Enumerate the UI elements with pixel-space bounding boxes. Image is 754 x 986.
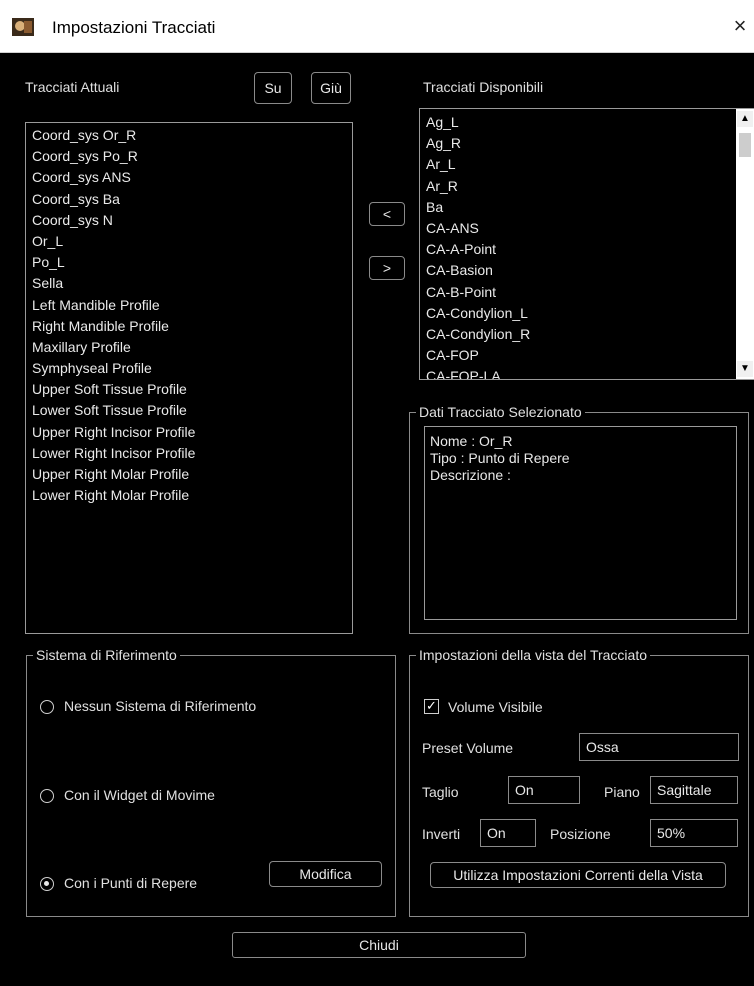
current-trace-item[interactable]: Coord_sys N	[26, 210, 352, 231]
current-trace-item[interactable]: Upper Right Incisor Profile	[26, 422, 352, 443]
current-trace-item[interactable]: Coord_sys Or_R	[26, 125, 352, 146]
current-trace-item[interactable]: Lower Soft Tissue Profile	[26, 400, 352, 421]
available-trace-item[interactable]: Ba	[420, 197, 754, 218]
view-settings-group: Impostazioni della vista del Tracciato ✓…	[409, 647, 749, 917]
position-label: Posizione	[550, 826, 611, 842]
current-traces-list[interactable]: Coord_sys Or_R Coord_sys Po_R Coord_sys AN…	[25, 122, 353, 634]
reference-option-label: Con il Widget di Movime	[64, 787, 215, 803]
reference-system-title: Sistema di Riferimento	[33, 647, 180, 663]
available-traces-list[interactable]: Ag_L Ag_R Ar_L Ar_R Ba CA-ANS CA-A-Point CA-Bas…	[419, 108, 754, 380]
down-button[interactable]: Giù	[311, 72, 351, 104]
title-bar: Impostazioni Tracciati ×	[0, 0, 754, 53]
available-trace-item[interactable]: CA-A-Point	[420, 239, 754, 260]
current-trace-item[interactable]: Lower Right Molar Profile	[26, 485, 352, 506]
plane-field[interactable]: Sagittale	[650, 776, 738, 804]
current-trace-item[interactable]: Lower Right Incisor Profile	[26, 443, 352, 464]
close-icon[interactable]: ×	[728, 14, 752, 38]
available-trace-item[interactable]: CA-Condylion_L	[420, 303, 754, 324]
invert-label: Inverti	[422, 826, 461, 842]
reference-system-group: Sistema di Riferimento Nessun Sistema di…	[26, 647, 396, 917]
current-trace-item[interactable]: Po_L	[26, 252, 352, 273]
available-trace-item[interactable]: CA-Condylion_R	[420, 324, 754, 345]
current-trace-item[interactable]: Coord_sys Ba	[26, 189, 352, 210]
up-button[interactable]: Su	[254, 72, 292, 104]
reference-option-label: Nessun Sistema di Riferimento	[64, 698, 257, 714]
use-current-view-button[interactable]: Utilizza Impostazioni Correnti della Vis…	[430, 862, 726, 888]
trace-type-text: Tipo : Punto di Repere	[430, 450, 570, 466]
current-traces-label: Tracciati Attuali	[25, 79, 120, 95]
plane-label: Piano	[604, 784, 640, 800]
available-trace-item[interactable]: Ar_R	[420, 176, 754, 197]
position-field[interactable]: 50%	[650, 819, 738, 847]
reference-option-label: Con i Punti di Repere	[64, 875, 198, 891]
cut-label: Taglio	[422, 784, 459, 800]
available-scrollbar[interactable]: ▲ ▼	[736, 109, 754, 379]
available-trace-item[interactable]: Ag_L	[420, 112, 754, 133]
available-trace-item[interactable]: CA-FOP-LA	[420, 366, 754, 379]
available-trace-item[interactable]: CA-Basion	[420, 260, 754, 281]
current-trace-item[interactable]: Symphyseal Profile	[26, 358, 352, 379]
volume-visible-label: Volume Visibile	[448, 699, 543, 715]
invert-field[interactable]: On	[480, 819, 536, 847]
move-right-button[interactable]: >	[369, 256, 405, 280]
close-button[interactable]: Chiudi	[232, 932, 526, 958]
trace-name-text: Nome : Or_R	[430, 433, 513, 449]
preset-volume-label: Preset Volume	[422, 740, 514, 756]
reference-option-radio[interactable]	[40, 789, 54, 803]
available-trace-item[interactable]: CA-FOP	[420, 345, 754, 366]
reference-option-radio[interactable]	[40, 877, 54, 891]
selected-trace-group: Dati Tracciato Selezionato Nome : Or_R T…	[409, 404, 749, 634]
dialog-body: Tracciati Attuali Su Giù Coord_sys Or_R C…	[10, 53, 754, 986]
cut-field[interactable]: On	[508, 776, 580, 804]
current-trace-item[interactable]: Right Mandible Profile	[26, 316, 352, 337]
current-trace-item[interactable]: Coord_sys ANS	[26, 167, 352, 188]
scroll-down-icon[interactable]: ▼	[737, 361, 753, 377]
scroll-thumb[interactable]	[739, 133, 751, 157]
available-trace-item[interactable]: CA-B-Point	[420, 282, 754, 303]
reference-option-radio[interactable]	[40, 700, 54, 714]
current-trace-item[interactable]: Upper Soft Tissue Profile	[26, 379, 352, 400]
trace-description-text: Descrizione :	[430, 467, 511, 483]
volume-visible-checkbox[interactable]: ✓	[424, 699, 439, 714]
preset-volume-field[interactable]: Ossa	[579, 733, 739, 761]
current-trace-item[interactable]: Coord_sys Po_R	[26, 146, 352, 167]
available-traces-label: Tracciati Disponibili	[423, 79, 544, 95]
available-trace-item[interactable]: CA-ANS	[420, 218, 754, 239]
current-trace-item[interactable]: Maxillary Profile	[26, 337, 352, 358]
current-trace-item[interactable]: Upper Right Molar Profile	[26, 464, 352, 485]
current-trace-item[interactable]: Or_L	[26, 231, 352, 252]
selected-trace-info: Nome : Or_R Tipo : Punto di Repere Descr…	[424, 426, 737, 620]
current-trace-item[interactable]: Sella	[26, 273, 352, 294]
scroll-up-icon[interactable]: ▲	[737, 111, 753, 127]
modify-button[interactable]: Modifica	[269, 861, 382, 887]
selected-trace-title: Dati Tracciato Selezionato	[416, 404, 585, 420]
app-icon	[12, 18, 34, 36]
available-trace-item[interactable]: Ar_L	[420, 154, 754, 175]
move-left-button[interactable]: <	[369, 202, 405, 226]
current-trace-item[interactable]: Left Mandible Profile	[26, 295, 352, 316]
window-title: Impostazioni Tracciati	[52, 18, 216, 37]
available-trace-item[interactable]: Ag_R	[420, 133, 754, 154]
view-settings-title: Impostazioni della vista del Tracciato	[416, 647, 650, 663]
settings-dialog: Impostazioni Tracciati × Tracciati Attua…	[0, 0, 754, 986]
